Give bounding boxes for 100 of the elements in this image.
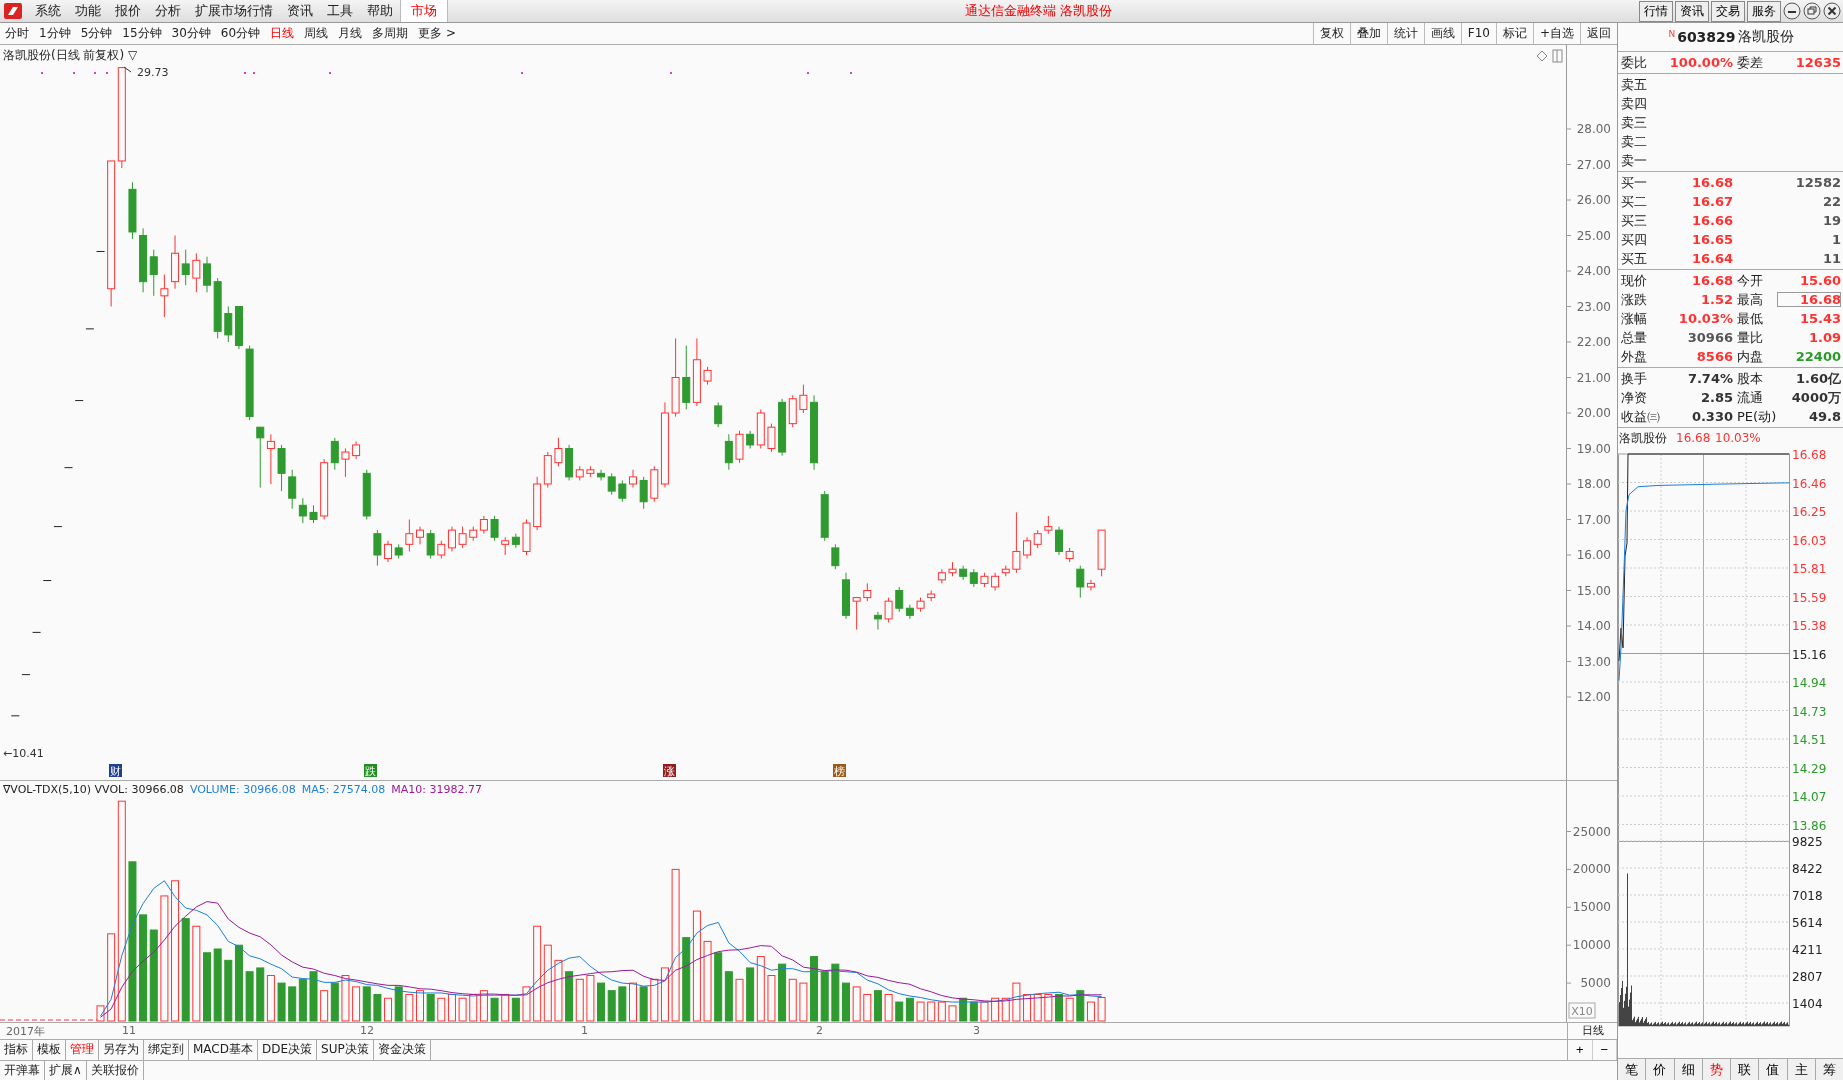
date-axis-label: 2017年 — [6, 1024, 45, 1040]
bid-price: 16.68 — [1690, 175, 1733, 190]
period-tab[interactable]: 分时 — [0, 25, 34, 43]
candlestick — [980, 572, 989, 588]
zoom-button[interactable]: − — [1592, 1040, 1617, 1060]
candlestick — [724, 434, 733, 471]
quote-label: 量比 — [1737, 328, 1764, 347]
indicator-tab[interactable]: 模板 — [33, 1040, 66, 1060]
candlestick — [1023, 537, 1032, 560]
bid-volume: 19 — [1821, 213, 1841, 228]
quote-label: 最低 — [1737, 309, 1764, 328]
header-button[interactable]: 资讯 — [1675, 0, 1709, 22]
menu-item[interactable]: 资讯 — [280, 2, 320, 20]
quote-value: 2.85 — [1699, 390, 1733, 405]
header-button[interactable]: 行情 — [1639, 0, 1673, 22]
period-tab[interactable]: 月线 — [333, 25, 368, 43]
quote-value: 7.74% — [1686, 371, 1733, 386]
header-button[interactable]: 交易 — [1711, 0, 1745, 22]
menu-item[interactable]: 工具 — [320, 2, 360, 20]
period-tab[interactable]: 30分钟 — [166, 25, 216, 43]
candlestick — [735, 430, 744, 464]
menu-item[interactable]: 分析 — [148, 2, 188, 20]
quote-view-tab[interactable]: 势 — [1702, 1059, 1731, 1080]
chart-tool-button[interactable]: 复权 — [1312, 23, 1350, 45]
indicator-tab[interactable]: 绑定到 — [144, 1040, 189, 1060]
candlestick — [714, 402, 723, 429]
intraday-price-label: 13.86 — [1792, 818, 1827, 833]
candlestick — [586, 466, 595, 478]
toolbar-tab[interactable]: 扩展∧ — [45, 1060, 87, 1080]
menu-item[interactable]: 报价 — [108, 2, 148, 20]
minimize-icon[interactable] — [1783, 2, 1801, 20]
low-price-label: ←10.41 — [3, 747, 44, 761]
quote-view-tab[interactable]: 价 — [1646, 1059, 1675, 1080]
candlestick — [842, 572, 850, 620]
chart-tool-button[interactable]: 返回 — [1580, 23, 1617, 45]
period-tab[interactable]: 日线 — [265, 25, 300, 43]
indicator-tab[interactable]: 指标 — [0, 1040, 33, 1060]
period-tab[interactable]: 更多 > — [413, 25, 461, 43]
quote-value: 12635 — [1794, 55, 1841, 70]
close-icon[interactable] — [1823, 2, 1841, 20]
candlestick — [522, 519, 531, 556]
candlestick — [416, 526, 424, 546]
quote-label: 卖一 — [1621, 151, 1648, 170]
quote-label: 换手 — [1621, 369, 1648, 388]
period-tab[interactable]: 周线 — [299, 25, 334, 43]
quote-view-tab[interactable]: 值 — [1759, 1059, 1788, 1080]
chart-tool-button[interactable]: F10 — [1460, 23, 1496, 45]
chart-tool-button[interactable]: 叠加 — [1349, 23, 1387, 45]
menu-item[interactable]: 系统 — [28, 2, 68, 20]
candlestick — [266, 434, 275, 485]
menu-item[interactable]: 功能 — [68, 2, 108, 20]
diamond-icon[interactable] — [1536, 50, 1548, 62]
quote-view-tab[interactable]: 筹 — [1815, 1059, 1843, 1080]
quote-view-tab[interactable]: 细 — [1674, 1059, 1703, 1080]
event-tag[interactable]: 榜 — [833, 764, 846, 779]
quote-view-tab[interactable]: 笔 — [1618, 1059, 1647, 1080]
intraday-price-label: 14.73 — [1792, 704, 1827, 719]
indicator-tab[interactable]: 另存为 — [99, 1040, 144, 1060]
toolbar-tab[interactable]: 关联报价 — [86, 1060, 144, 1080]
candlestick — [149, 249, 158, 297]
indicator-label[interactable]: ∇VOL-TDX(5,10) VVOL: 30966.08 — [3, 783, 184, 797]
market-tab[interactable]: 市场 — [400, 0, 448, 22]
restore-icon[interactable] — [1803, 2, 1821, 20]
event-tag[interactable]: 财 — [109, 764, 122, 779]
menu-item[interactable]: 帮助 — [360, 2, 400, 20]
chart-tool-button[interactable]: 统计 — [1386, 23, 1424, 45]
chart-tool-button[interactable]: 画线 — [1423, 23, 1461, 45]
toolbar-tab[interactable]: 开弹幕 — [0, 1060, 45, 1080]
quote-view-tab[interactable]: 联 — [1731, 1059, 1760, 1080]
chart-tool-button[interactable]: 标记 — [1495, 23, 1533, 45]
candlestick — [224, 306, 233, 343]
indicator-tab[interactable]: 资金决策 — [373, 1040, 431, 1060]
intraday-price-label: 16.25 — [1792, 505, 1827, 519]
period-label: 日线 — [1567, 1023, 1617, 1040]
price-axis-label: 23.00 — [1576, 299, 1611, 314]
zoom-button[interactable]: + — [1568, 1040, 1593, 1060]
candlestick — [969, 569, 978, 588]
menu-item[interactable]: 扩展市场行情 — [188, 2, 280, 20]
indicator-tab[interactable]: MACD基本 — [189, 1040, 258, 1060]
quote-value: 8566 — [1695, 349, 1733, 364]
chart-tool-button[interactable]: +自选 — [1532, 23, 1580, 45]
quote-value: 1.60亿 — [1794, 369, 1841, 388]
period-tab[interactable]: 1分钟 — [34, 25, 76, 43]
header-button[interactable]: 服务 — [1747, 0, 1781, 22]
candlestick — [458, 526, 467, 549]
indicator-tab[interactable]: DDE决策 — [258, 1040, 318, 1060]
quote-label: 外盘 — [1621, 347, 1648, 366]
event-tag[interactable]: 跌 — [364, 764, 377, 779]
indicator-tab[interactable]: SUP决策 — [317, 1040, 374, 1060]
quote-view-tab[interactable]: 主 — [1787, 1059, 1816, 1080]
indicator-tab[interactable]: 管理 — [66, 1040, 99, 1060]
period-tab[interactable]: 多周期 — [367, 25, 414, 43]
price-axis-label: 21.00 — [1576, 370, 1611, 385]
quote-label: 卖三 — [1621, 113, 1648, 132]
event-tag[interactable]: 涨 — [663, 764, 676, 779]
price-axis-label: 28.00 — [1576, 122, 1611, 137]
period-tab[interactable]: 60分钟 — [215, 25, 266, 43]
period-tab[interactable]: 15分钟 — [117, 25, 167, 43]
period-tab[interactable]: 5分钟 — [75, 25, 118, 43]
intraday-price-label: 14.07 — [1792, 790, 1827, 804]
